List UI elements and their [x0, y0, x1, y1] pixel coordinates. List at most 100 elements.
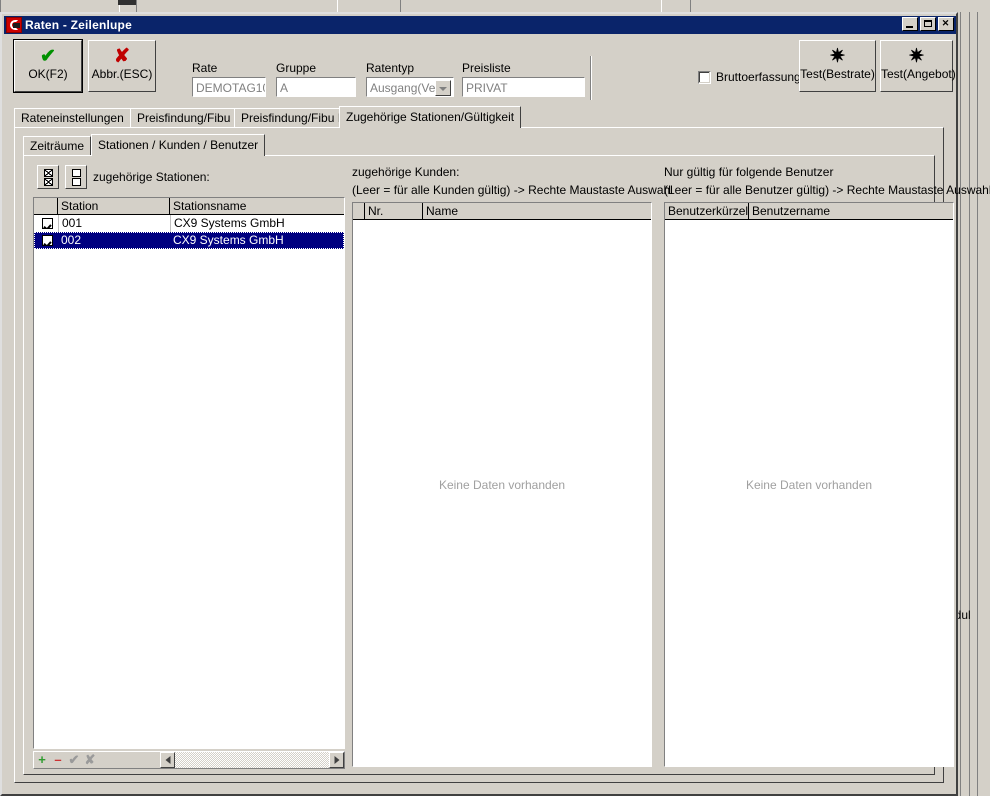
- outer-tab-panel: Zeiträume Stationen / Kunden / Benutzer: [14, 127, 990, 783]
- minimize-button[interactable]: [902, 17, 918, 31]
- bg-divider-2: [969, 12, 970, 796]
- row-checkbox-cell[interactable]: [34, 235, 58, 246]
- users-grid-header: Benutzerkürzel Benutzername: [665, 203, 953, 220]
- cancel-record-button[interactable]: ✘: [82, 752, 98, 768]
- checked-box-icon: [44, 169, 53, 177]
- bruttoerfassung-checkbox[interactable]: Bruttoerfassung: [698, 70, 801, 84]
- cross-icon: ✘: [114, 46, 130, 67]
- scroll-left-button[interactable]: [160, 752, 175, 768]
- empty-box-icon: [72, 178, 81, 186]
- column-header-nr[interactable]: Nr.: [365, 203, 423, 219]
- stations-caption: zugehörige Stationen:: [93, 170, 210, 184]
- column-header-station[interactable]: Station: [58, 198, 170, 214]
- customers-caption: zugehörige Kunden:: [352, 165, 460, 179]
- bg-dark-patch: [118, 0, 136, 5]
- preisliste-label: Preisliste: [462, 61, 511, 75]
- users-hint: (Leer = für alle Benutzer gültig) -> Rec…: [664, 183, 990, 197]
- bruttoerfassung-label: Bruttoerfassung: [716, 70, 801, 84]
- uncheck-all-button[interactable]: [65, 165, 87, 189]
- tab-zugehoerige-stationen[interactable]: Zugehörige Stationen/Gültigkeit: [339, 106, 522, 128]
- bg-divider-3: [977, 12, 978, 796]
- stations-grid-header: Station Stationsname: [34, 198, 344, 215]
- bg-window-2: [136, 0, 338, 12]
- column-header-stationsname[interactable]: Stationsname: [170, 198, 344, 214]
- column-header-name[interactable]: Name: [423, 203, 651, 219]
- test-bestrate-label: Test(Bestrate): [800, 67, 875, 81]
- tab-zeitraeume[interactable]: Zeiträume: [23, 136, 92, 156]
- check-all-button[interactable]: [37, 165, 59, 189]
- rate-input[interactable]: DEMOTAG10: [192, 77, 266, 97]
- app-icon: [6, 17, 22, 33]
- title-bar: Raten - Zeilenlupe ✕: [4, 16, 956, 34]
- inner-tab-row: Zeiträume Stationen / Kunden / Benutzer: [23, 134, 935, 156]
- stations-grid[interactable]: Station Stationsname 001 CX9 Systems Gmb…: [33, 197, 345, 749]
- tab-preisfindung-fibu-1[interactable]: Preisfindung/Fibu I: [130, 108, 245, 128]
- bg-window-3: [400, 0, 662, 12]
- field-group-gruppe: Gruppe A: [276, 62, 356, 97]
- bg-window-1: [0, 0, 120, 12]
- add-record-button[interactable]: +: [34, 752, 50, 768]
- horizontal-scrollbar[interactable]: [160, 752, 344, 768]
- gruppe-label: Gruppe: [276, 61, 317, 75]
- column-header-check[interactable]: [34, 198, 58, 214]
- checked-box-icon: [44, 178, 53, 186]
- tools-icon: ✷: [908, 46, 925, 67]
- users-caption: Nur gültig für folgende Benutzer: [664, 165, 834, 179]
- customers-hint: (Leer = für alle Kunden gültig) -> Recht…: [352, 183, 673, 197]
- chevron-down-icon[interactable]: [435, 80, 451, 96]
- cell-station: 002: [61, 233, 82, 247]
- stations-panel: zugehörige Stationen: Station Stationsna…: [33, 165, 345, 769]
- cell-stationsname: CX9 Systems GmbH: [173, 233, 284, 247]
- tab-stationen-kunden-benutzer[interactable]: Stationen / Kunden / Benutzer: [91, 134, 266, 156]
- column-header-benutzername[interactable]: Benutzername: [749, 203, 953, 219]
- delete-record-button[interactable]: –: [50, 752, 66, 768]
- tab-preisfindung-fibu-2[interactable]: Preisfindung/Fibu II: [234, 108, 352, 128]
- test-angebot-label: Test(Angebot): [881, 67, 956, 81]
- gruppe-input[interactable]: A: [276, 77, 356, 97]
- cell-station: 001: [58, 215, 170, 232]
- dialog-window: Raten - Zeilenlupe ✕ ✔ OK(F2) ✘ Abbr.(ES…: [0, 12, 990, 796]
- ratentyp-combo[interactable]: Ausgang(Ver: [366, 77, 454, 97]
- ok-button-label: OK(F2): [28, 67, 68, 81]
- field-group-ratentyp: Ratentyp Ausgang(Ver: [366, 62, 454, 97]
- test-bestrate-button[interactable]: ✷ Test(Bestrate): [799, 40, 876, 92]
- preisliste-input[interactable]: PRIVAT: [462, 77, 585, 97]
- outer-tab-control: Rateneinstellungen Preisfindung/Fibu I P…: [14, 106, 990, 783]
- desktop-background-strip: [0, 0, 990, 12]
- stations-toolbar: zugehörige Stationen:: [37, 165, 210, 189]
- stations-navigator: + – ✔ ✘: [33, 751, 345, 769]
- field-group-rate: Rate DEMOTAG10: [192, 62, 266, 97]
- cell-stationsname: CX9 Systems GmbH: [170, 215, 344, 232]
- column-header-benutzerkuerzel[interactable]: Benutzerkürzel: [665, 203, 749, 219]
- row-checkbox-cell[interactable]: [34, 218, 58, 229]
- users-grid[interactable]: Benutzerkürzel Benutzername Keine Daten …: [664, 202, 954, 767]
- test-angebot-button[interactable]: ✷ Test(Angebot): [880, 40, 956, 92]
- ratentyp-label: Ratentyp: [366, 61, 415, 75]
- users-panel: Nur gültig für folgende Benutzer (Leer =…: [664, 165, 990, 767]
- empty-box-icon: [72, 169, 81, 177]
- table-row[interactable]: 001 CX9 Systems GmbH: [34, 215, 344, 232]
- scrollbar-track[interactable]: [175, 752, 329, 768]
- table-row[interactable]: 002 CX9 Systems GmbH: [34, 232, 344, 249]
- customers-grid[interactable]: Nr. Name Keine Daten vorhanden: [352, 202, 652, 767]
- header-toolbar: ✔ OK(F2) ✘ Abbr.(ESC) Rate DEMOTAG10 Gru…: [4, 34, 956, 102]
- bg-window-4: [690, 0, 972, 12]
- outer-tab-row: Rateneinstellungen Preisfindung/Fibu I P…: [14, 106, 944, 128]
- customers-grid-header: Nr. Name: [353, 203, 651, 220]
- check-icon: ✔: [40, 46, 56, 67]
- post-record-button[interactable]: ✔: [66, 752, 82, 768]
- maximize-button[interactable]: [920, 17, 936, 31]
- scroll-right-button[interactable]: [329, 752, 344, 768]
- close-button[interactable]: ✕: [938, 17, 954, 31]
- toolbar-separator-light: [591, 56, 592, 100]
- cancel-button[interactable]: ✘ Abbr.(ESC): [88, 40, 156, 92]
- checkbox-checked-icon[interactable]: [42, 235, 53, 246]
- users-empty-message: Keine Daten vorhanden: [745, 477, 873, 492]
- customers-panel: zugehörige Kunden: (Leer = für alle Kund…: [352, 165, 673, 767]
- ok-button[interactable]: ✔ OK(F2): [13, 39, 83, 93]
- tab-rateneinstellungen[interactable]: Rateneinstellungen: [14, 108, 131, 128]
- window-title: Raten - Zeilenlupe: [25, 18, 132, 32]
- column-header-indicator[interactable]: [353, 203, 365, 219]
- checkbox-checked-icon[interactable]: [42, 218, 53, 229]
- checkbox-box-icon: [698, 70, 711, 84]
